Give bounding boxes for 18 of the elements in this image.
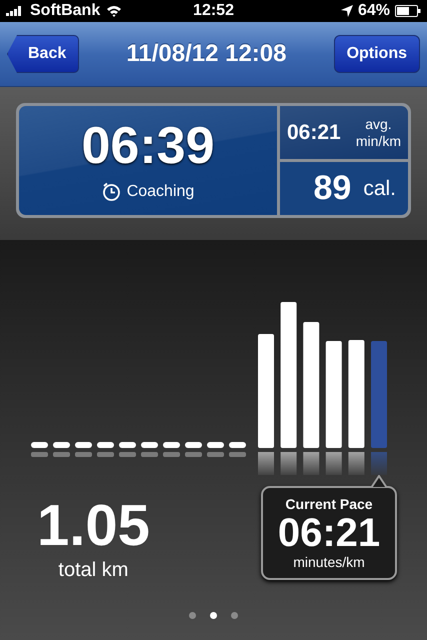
coaching-label: Coaching xyxy=(126,182,194,200)
distance-value: 1.05 xyxy=(37,497,150,555)
avg-unit: min/km xyxy=(356,132,401,149)
nav-title: 11/08/12 12:08 xyxy=(126,40,286,68)
avg-pace-value: 06:21 xyxy=(287,120,341,144)
carrier-name: SoftBank xyxy=(30,1,100,21)
status-time: 12:52 xyxy=(193,1,234,21)
battery-percent: 64% xyxy=(358,1,390,21)
current-pace-title: Current Pace xyxy=(285,496,373,512)
distance-label: total km xyxy=(58,559,128,582)
duration-value: 06:39 xyxy=(82,120,214,172)
calories-unit: cal. xyxy=(363,176,396,200)
avg-label: avg. xyxy=(365,116,392,132)
options-button[interactable]: Options xyxy=(334,35,420,73)
back-button[interactable]: Back xyxy=(7,35,80,73)
calories-value: 89 xyxy=(313,169,352,208)
current-pace-unit: minutes/km xyxy=(293,554,365,570)
current-pace-value: 06:21 xyxy=(278,512,380,554)
